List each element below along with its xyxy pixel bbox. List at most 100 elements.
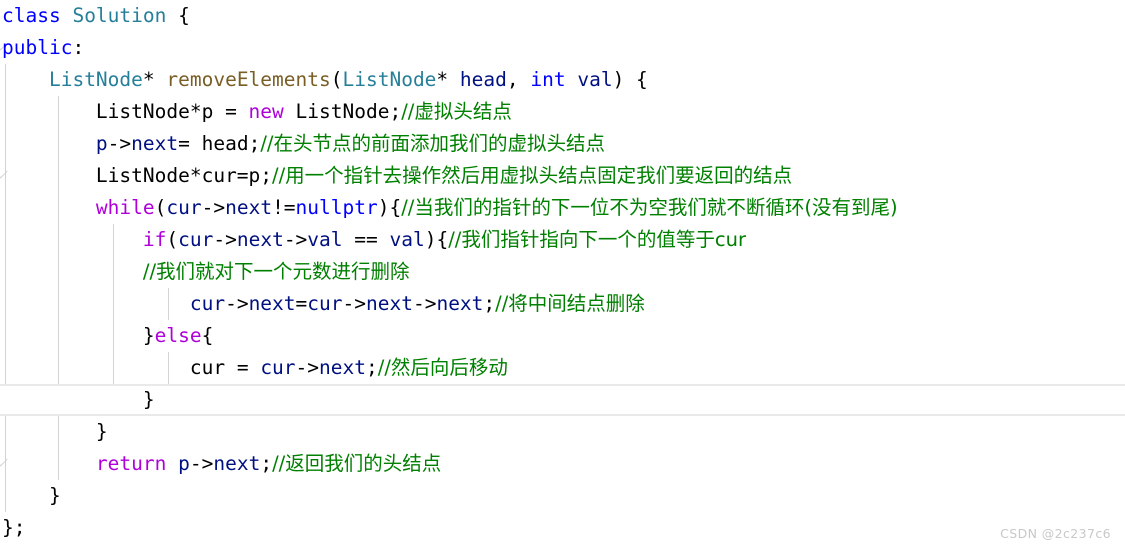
code-token: -> <box>342 292 366 315</box>
code-line[interactable]: p->next= head;//在头节点的前面添加我们的虚拟头结点 <box>0 128 1125 160</box>
code-token: -> <box>412 292 437 315</box>
code-token: -> <box>283 228 308 251</box>
code-token: -> <box>201 196 226 219</box>
code-line[interactable]: } <box>0 480 1125 512</box>
code-token: ){ <box>424 228 449 251</box>
code-token: ListNode <box>342 68 437 91</box>
code-token: : <box>72 36 85 59</box>
code-line[interactable]: class Solution { <box>0 0 1125 32</box>
code-token: ; <box>389 100 402 123</box>
code-token: int <box>530 68 566 91</box>
code-token: else <box>154 324 202 347</box>
code-token: ListNode <box>48 68 143 91</box>
code-token: p <box>95 132 108 155</box>
csdn-watermark: CSDN @2c237c6 <box>1000 526 1111 541</box>
code-token: //然后向后移动 <box>377 356 508 379</box>
code-token: next <box>366 292 413 315</box>
code-token: if <box>142 228 167 251</box>
code-token: = <box>225 356 261 379</box>
code-token: //我们指针指向下一个的值等于cur <box>448 228 746 251</box>
code-token: ( <box>166 228 179 251</box>
code-token: new <box>248 100 284 123</box>
code-token: = <box>295 292 308 315</box>
code-editor[interactable]: class Solution {public: ListNode* remove… <box>0 0 1125 560</box>
code-token: head <box>201 132 249 155</box>
code-token: } <box>95 420 108 443</box>
code-token: } <box>142 324 155 347</box>
code-token: { <box>201 324 214 347</box>
code-token: ; <box>260 452 273 475</box>
code-token: head <box>459 68 507 91</box>
code-token: ListNode <box>95 100 190 123</box>
code-line[interactable]: } <box>0 384 1125 416</box>
code-token: removeElements <box>166 68 331 91</box>
code-token: ){ <box>377 196 402 219</box>
code-token: ListNode <box>95 164 190 187</box>
code-token: } <box>48 484 61 507</box>
code-line[interactable]: //我们就对下一个元数进行删除 <box>0 256 1125 288</box>
code-token: -> <box>213 228 237 251</box>
code-line[interactable]: ListNode* removeElements(ListNode* head,… <box>0 64 1125 96</box>
code-token: cur <box>189 292 226 315</box>
code-token: }; <box>2 516 26 539</box>
code-token: ; <box>483 292 496 315</box>
code-token: return <box>95 452 167 475</box>
code-token: next <box>236 228 284 251</box>
code-token: //在头节点的前面添加我们的虚拟头结点 <box>260 132 605 155</box>
code-line[interactable]: public: <box>0 32 1125 64</box>
code-token: * <box>436 68 460 91</box>
code-token: //虚拟头结点 <box>401 100 512 123</box>
code-token: cur <box>166 196 202 219</box>
code-token: val <box>307 228 343 251</box>
code-line[interactable]: }; <box>0 512 1125 544</box>
code-token: ) { <box>612 68 648 91</box>
code-token: cur <box>178 228 214 251</box>
code-token: * <box>142 68 167 91</box>
code-token: ( <box>154 196 167 219</box>
code-content[interactable]: class Solution {public: ListNode* remove… <box>0 0 1125 544</box>
code-token: -> <box>107 132 132 155</box>
code-line[interactable]: while(cur->next!=nullptr){//当我们的指针的下一位不为… <box>0 192 1125 224</box>
code-token: cur <box>260 356 296 379</box>
code-line[interactable]: } <box>0 416 1125 448</box>
code-token: } <box>142 388 155 411</box>
code-token: -> <box>295 356 320 379</box>
code-token: = <box>178 132 202 155</box>
code-token: -> <box>225 292 249 315</box>
code-token: while <box>95 196 155 219</box>
code-token: ; <box>366 356 378 379</box>
code-token: next <box>319 356 366 379</box>
code-token: next <box>213 452 261 475</box>
code-token: next <box>225 196 273 219</box>
code-line[interactable]: cur = cur->next;//然后向后移动 <box>0 352 1125 384</box>
code-token: cur <box>307 292 343 315</box>
code-token: -> <box>189 452 214 475</box>
code-token: val <box>389 228 425 251</box>
code-token: ; <box>248 132 261 155</box>
code-line[interactable]: }else{ <box>0 320 1125 352</box>
code-token: //我们就对下一个元数进行删除 <box>142 260 410 283</box>
code-token: //将中间结点删除 <box>495 292 645 315</box>
code-token: != <box>272 196 296 219</box>
code-line[interactable]: cur->next=cur->next->next;//将中间结点删除 <box>0 288 1125 320</box>
code-token: class <box>2 4 61 27</box>
code-token: Solution <box>72 4 167 27</box>
code-token: next <box>131 132 179 155</box>
code-line[interactable]: if(cur->next->val == val){//我们指针指向下一个的值等… <box>0 224 1125 256</box>
code-line[interactable]: ListNode*p = new ListNode;//虚拟头结点 <box>0 96 1125 128</box>
code-token: nullptr <box>295 196 378 219</box>
code-line[interactable]: return p->next;//返回我们的头结点 <box>0 448 1125 480</box>
code-line[interactable]: ListNode*cur=p;//用一个指针去操作然后用虚拟头结点固定我们要返回… <box>0 160 1125 192</box>
